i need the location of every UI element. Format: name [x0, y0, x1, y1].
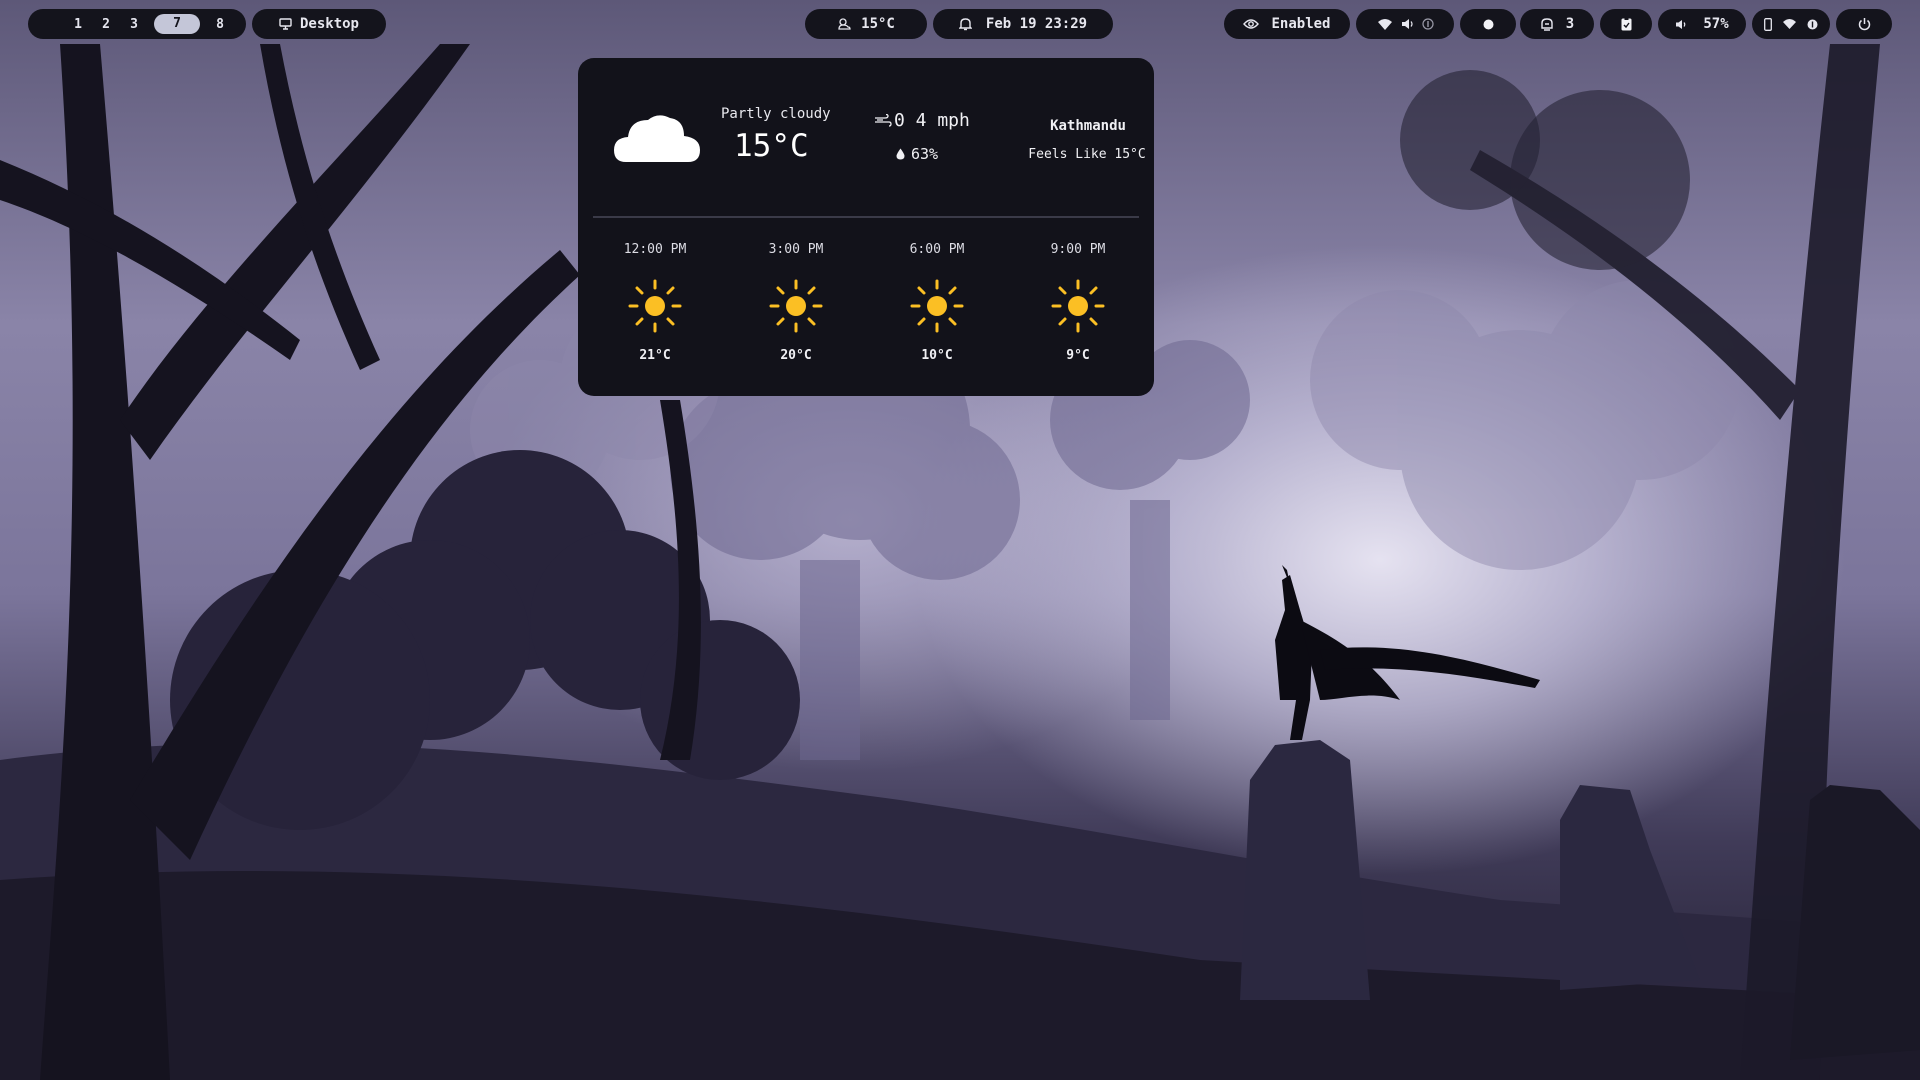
weather-temperature: 15°C	[734, 128, 809, 164]
clock-label: Feb 19 23:29	[985, 16, 1088, 32]
package-icon	[1540, 17, 1554, 31]
sun-icon	[769, 279, 823, 333]
workspace-button-1[interactable]: 1	[64, 17, 92, 32]
weather-city: Kathmandu	[1050, 118, 1126, 134]
forecast-item: 3:00 PM 20°C	[746, 242, 846, 363]
bell-icon	[958, 17, 972, 31]
wifi-icon	[1377, 18, 1393, 31]
forecast-item: 9:00 PM 9°C	[1028, 242, 1128, 363]
status-icon[interactable]	[1807, 19, 1818, 30]
workspace-button-2[interactable]: 2	[92, 17, 120, 32]
weather-icon	[837, 17, 851, 31]
sun-icon	[628, 279, 682, 333]
forecast-temp: 9°C	[1066, 348, 1090, 363]
power-icon	[1858, 17, 1871, 31]
updates-button[interactable]: 3	[1520, 9, 1594, 39]
forecast-time: 6:00 PM	[909, 242, 965, 257]
window-title-button[interactable]: Desktop	[252, 9, 386, 39]
weather-wind: 0 4 mph	[874, 110, 970, 131]
window-title-label: Desktop	[299, 16, 359, 32]
workspace-switcher: 1 2 3 7 8	[28, 9, 246, 39]
forecast-temp: 20°C	[780, 348, 812, 363]
info-icon	[1421, 18, 1434, 30]
recording-indicator[interactable]	[1460, 9, 1516, 39]
forecast-temp: 10°C	[921, 348, 953, 363]
droplet-icon	[896, 148, 905, 160]
divider	[593, 216, 1139, 218]
eye-icon	[1243, 18, 1260, 30]
system-tray	[1752, 9, 1830, 39]
weather-button[interactable]: 15°C	[805, 9, 927, 39]
forecast-item: 6:00 PM 10°C	[887, 242, 987, 363]
record-dot-icon	[1483, 19, 1494, 30]
power-button[interactable]	[1836, 9, 1892, 39]
wind-speed-label: 0 4 mph	[894, 110, 970, 131]
weather-temp-label: 15°C	[861, 16, 895, 32]
weather-humidity: 63%	[896, 145, 938, 163]
forecast-time: 9:00 PM	[1050, 242, 1106, 257]
forecast-time: 3:00 PM	[768, 242, 824, 257]
idle-inhibitor-label: Enabled	[1271, 16, 1331, 32]
volume-icon	[1401, 18, 1414, 30]
weather-condition: Partly cloudy	[721, 106, 831, 122]
phone-icon[interactable]	[1764, 17, 1772, 31]
cloud-icon	[612, 106, 702, 170]
forecast-item: 12:00 PM 21°C	[605, 242, 705, 363]
monitor-icon	[279, 18, 292, 30]
idle-inhibitor-toggle[interactable]: Enabled	[1224, 9, 1350, 39]
sun-icon	[910, 279, 964, 333]
weather-popup: Partly cloudy 15°C 0 4 mph 63% Kathmandu…	[578, 58, 1154, 396]
clipboard-button[interactable]	[1600, 9, 1652, 39]
volume-button[interactable]: 57%	[1658, 9, 1746, 39]
wind-icon	[874, 113, 892, 128]
forecast-time: 12:00 PM	[623, 242, 687, 257]
wifi-icon[interactable]	[1782, 18, 1797, 30]
network-audio-group[interactable]	[1356, 9, 1454, 39]
humidity-label: 63%	[911, 145, 939, 163]
sun-icon	[1051, 279, 1105, 333]
speaker-icon	[1675, 19, 1687, 30]
clipboard-icon	[1621, 17, 1632, 31]
updates-count: 3	[1565, 16, 1575, 32]
workspace-button-8[interactable]: 8	[206, 17, 234, 32]
volume-label: 57%	[1703, 16, 1729, 32]
forecast-temp: 21°C	[639, 348, 671, 363]
weather-feels-like: Feels Like 15°C	[1028, 147, 1146, 162]
workspace-button-3[interactable]: 3	[120, 17, 148, 32]
workspace-button-7-active[interactable]: 7	[154, 14, 200, 34]
clock-button[interactable]: Feb 19 23:29	[933, 9, 1113, 39]
